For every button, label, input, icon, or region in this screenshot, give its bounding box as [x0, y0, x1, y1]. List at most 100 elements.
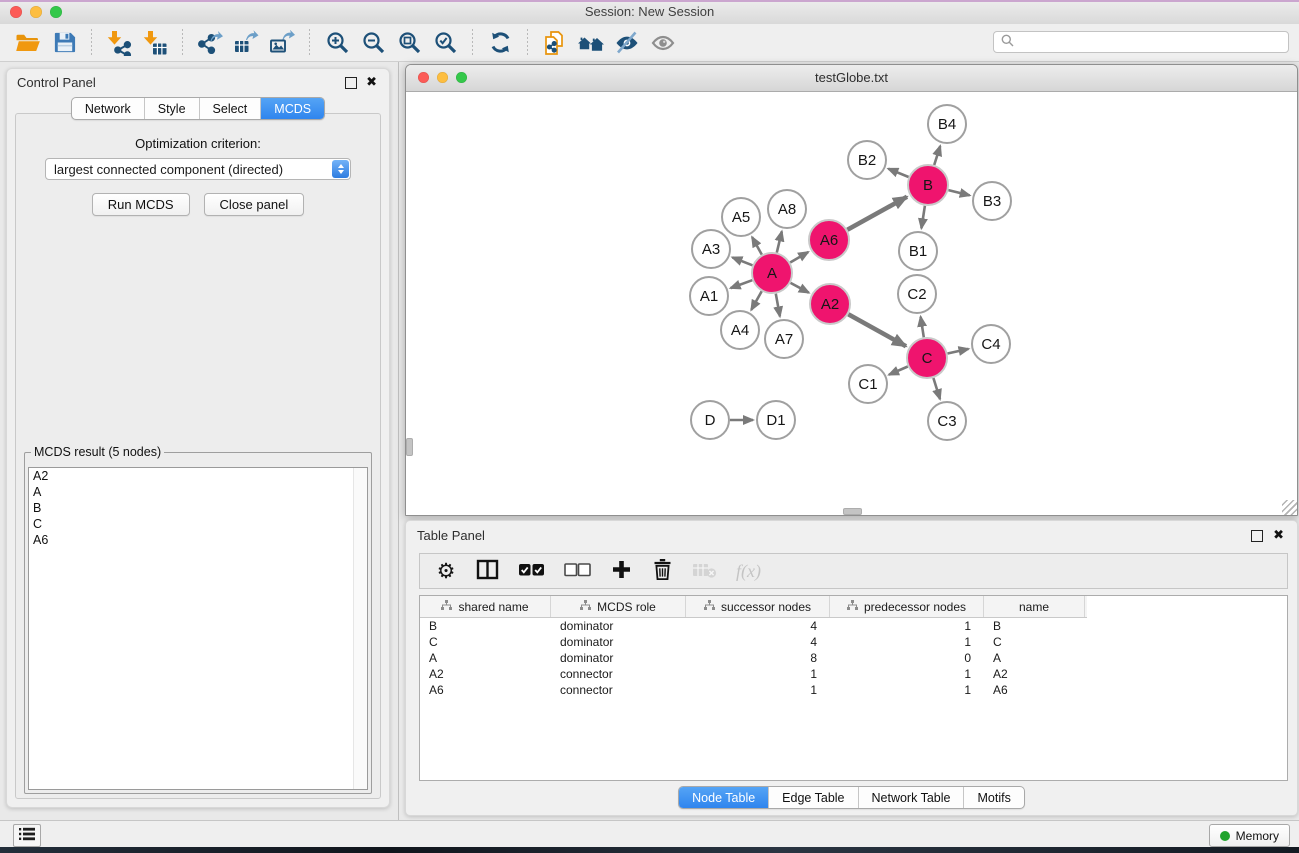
tab-select[interactable]: Select	[200, 98, 262, 119]
export-table-button[interactable]	[230, 27, 262, 59]
column-header-shared-name[interactable]: shared name	[420, 596, 551, 617]
search-field[interactable]	[993, 31, 1289, 53]
node-A5[interactable]: A5	[722, 198, 760, 236]
edge-A-A6[interactable]	[790, 252, 808, 263]
table-tab-node-table[interactable]: Node Table	[679, 787, 769, 808]
edge-A-A3[interactable]	[732, 257, 752, 265]
import-network-button[interactable]	[103, 27, 135, 59]
task-history-button[interactable]	[13, 824, 41, 847]
edge-A-A8[interactable]	[777, 231, 782, 252]
horizontal-scroll-thumb[interactable]	[843, 508, 862, 515]
hide-panel-button[interactable]	[611, 27, 643, 59]
node-B4[interactable]: B4	[928, 105, 966, 143]
node-A4[interactable]: A4	[721, 311, 759, 349]
result-item[interactable]: B	[29, 500, 367, 516]
table-tab-network-table[interactable]: Network Table	[859, 787, 965, 808]
node-C4[interactable]: C4	[972, 325, 1010, 363]
node-A[interactable]: A	[752, 253, 792, 293]
zoom-in-button[interactable]	[321, 27, 353, 59]
show-panel-button[interactable]	[647, 27, 679, 59]
node-B[interactable]: B	[908, 165, 948, 205]
run-mcds-button[interactable]: Run MCDS	[92, 193, 190, 216]
node-C3[interactable]: C3	[928, 402, 966, 440]
duplicate-network-button[interactable]	[539, 27, 571, 59]
vertical-scroll-thumb[interactable]	[406, 438, 413, 456]
edge-B-B3[interactable]	[948, 190, 969, 195]
close-panel-icon[interactable]: ✖	[366, 74, 377, 90]
edge-B-B1[interactable]	[921, 206, 925, 229]
column-header-MCDS-role[interactable]: MCDS role	[551, 596, 686, 617]
node-A6[interactable]: A6	[809, 220, 849, 260]
node-B2[interactable]: B2	[848, 141, 886, 179]
node-C[interactable]: C	[907, 338, 947, 378]
edge-A2-C[interactable]	[848, 314, 906, 346]
close-panel-button[interactable]: Close panel	[204, 193, 305, 216]
edge-B-B2[interactable]	[888, 169, 908, 177]
table-close-icon[interactable]: ✖	[1273, 527, 1284, 543]
open-session-button[interactable]	[12, 27, 44, 59]
result-item[interactable]: A6	[29, 532, 367, 548]
edge-C-C4[interactable]	[948, 349, 969, 354]
node-A8[interactable]: A8	[768, 190, 806, 228]
import-table-button[interactable]	[139, 27, 171, 59]
table-row[interactable]: A2connector11A2	[420, 666, 1287, 682]
edge-C-C2[interactable]	[921, 317, 924, 338]
zoom-fit-button[interactable]	[393, 27, 425, 59]
table-row[interactable]: A6connector11A6	[420, 682, 1287, 698]
node-B3[interactable]: B3	[973, 182, 1011, 220]
node-C2[interactable]: C2	[898, 275, 936, 313]
tab-network[interactable]: Network	[72, 98, 145, 119]
table-tab-motifs[interactable]: Motifs	[964, 787, 1023, 808]
node-B1[interactable]: B1	[899, 232, 937, 270]
table-float-icon[interactable]	[1251, 530, 1263, 542]
node-D[interactable]: D	[691, 401, 729, 439]
node-A2[interactable]: A2	[810, 284, 850, 324]
tab-style[interactable]: Style	[145, 98, 200, 119]
node-A3[interactable]: A3	[692, 230, 730, 268]
export-network-button[interactable]	[194, 27, 226, 59]
table-row[interactable]: Bdominator41B	[420, 618, 1287, 634]
result-item[interactable]: C	[29, 516, 367, 532]
deselect-all-button[interactable]	[564, 563, 591, 580]
column-header-predecessor-nodes[interactable]: predecessor nodes	[830, 596, 984, 617]
node-A1[interactable]: A1	[690, 277, 728, 315]
refresh-layout-button[interactable]	[484, 27, 516, 59]
settings-button[interactable]: ⚙	[435, 561, 457, 582]
search-input[interactable]	[1019, 32, 1288, 52]
edge-C-C3[interactable]	[933, 378, 940, 399]
network-canvas[interactable]: B4 B2 B B3 B1 A5A8A6 A3 A A1 A2 C2 A4A7 C4 C C1 C3 D D1	[406, 92, 1297, 515]
zoom-out-button[interactable]	[357, 27, 389, 59]
result-scrollbar[interactable]	[353, 468, 367, 789]
node-C1[interactable]: C1	[849, 365, 887, 403]
edge-A-A1[interactable]	[731, 280, 753, 288]
result-item[interactable]: A	[29, 484, 367, 500]
edge-A-A2[interactable]	[791, 283, 809, 293]
result-item[interactable]: A2	[29, 468, 367, 484]
edge-B-B4[interactable]	[934, 146, 940, 165]
split-columns-button[interactable]	[476, 559, 499, 583]
edge-A-A4[interactable]	[751, 291, 761, 310]
resize-grip-icon[interactable]	[1282, 500, 1297, 515]
mcds-result-list[interactable]: A2ABCA6	[28, 467, 368, 790]
edge-A-A5[interactable]	[752, 237, 762, 255]
column-header-name[interactable]: name	[984, 596, 1085, 617]
edge-A-A7[interactable]	[776, 294, 780, 317]
add-row-button[interactable]	[610, 560, 632, 582]
optimization-select[interactable]: largest connected component (directed)	[45, 158, 351, 180]
tab-mcds[interactable]: MCDS	[261, 98, 324, 119]
select-all-button[interactable]	[518, 563, 545, 580]
table-tab-edge-table[interactable]: Edge Table	[769, 787, 858, 808]
table-row[interactable]: Cdominator41C	[420, 634, 1287, 650]
table-row[interactable]: Adominator80A	[420, 650, 1287, 666]
edge-A6-B[interactable]	[847, 197, 907, 230]
zoom-selected-button[interactable]	[429, 27, 461, 59]
delete-row-button[interactable]	[651, 559, 673, 583]
column-header-successor-nodes[interactable]: successor nodes	[686, 596, 830, 617]
memory-button[interactable]: Memory	[1209, 824, 1290, 847]
node-A7[interactable]: A7	[765, 320, 803, 358]
float-panel-icon[interactable]	[345, 77, 357, 89]
save-session-button[interactable]	[48, 27, 80, 59]
edge-C-C1[interactable]	[889, 367, 908, 375]
node-D1[interactable]: D1	[757, 401, 795, 439]
home-view-button[interactable]	[575, 27, 607, 59]
